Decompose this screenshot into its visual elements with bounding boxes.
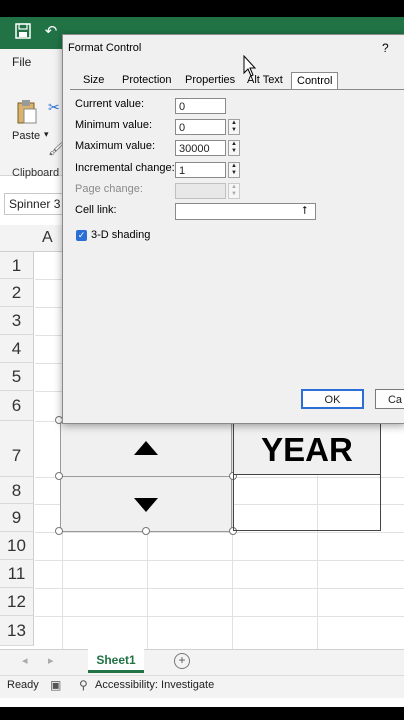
status-ready: Ready (7, 679, 39, 691)
collapse-dialog-icon[interactable]: ⭡ (302, 205, 307, 218)
spinner-down-button[interactable] (60, 476, 232, 532)
minimum-value-field[interactable]: 0 (175, 119, 226, 135)
macro-icon[interactable]: ▣ (50, 678, 61, 692)
row-header-1[interactable]: 1 (0, 252, 34, 279)
paste-label: Paste (12, 130, 41, 142)
incremental-change-label: Incremental change: (75, 162, 175, 174)
row-header-6[interactable]: 6 (0, 391, 34, 421)
save-icon[interactable] (14, 23, 32, 41)
shading-checkbox[interactable]: ✓ (76, 230, 87, 241)
minimum-value-label: Minimum value: (75, 119, 153, 131)
current-value-field[interactable]: 0 (175, 98, 226, 114)
add-sheet-icon[interactable]: + (174, 653, 190, 669)
row-header-2[interactable]: 2 (0, 279, 34, 307)
dialog-title: Format Control (68, 42, 142, 54)
maximum-value-field[interactable]: 30000 (175, 140, 226, 156)
excel-window: ↶ File ✂ 🖌 Paste ▾ Clipboard Spinner 3 A… (0, 17, 404, 707)
row-header-9[interactable]: 9 (0, 504, 34, 532)
row-header-8[interactable]: 8 (0, 477, 34, 504)
tab-file[interactable]: File (12, 55, 31, 69)
tab-protection[interactable]: Protection (122, 72, 172, 88)
maximum-value-label: Maximum value: (75, 140, 156, 152)
current-value-label: Current value: (75, 98, 145, 110)
cell-link-label: Cell link: (75, 204, 117, 216)
cut-icon[interactable]: ✂ (48, 99, 60, 116)
clipboard-group-label: Clipboard (12, 167, 60, 179)
resize-handle-bottom-left[interactable] (55, 527, 63, 535)
year-value-cell[interactable] (233, 475, 381, 531)
page-change-spinner: ▲ ▼ (228, 183, 240, 199)
scroll-right-icon[interactable]: ▸ (48, 654, 54, 667)
page-change-label: Page change: (75, 183, 143, 195)
row-header-13[interactable]: 13 (0, 616, 34, 646)
minimum-value-spinner[interactable]: ▲ ▼ (228, 119, 240, 135)
row-header-7[interactable]: 7 (0, 421, 34, 477)
paste-icon[interactable] (16, 99, 38, 125)
cell-link-field[interactable] (175, 203, 316, 220)
mouse-cursor-icon (243, 54, 257, 77)
incremental-change-spinner[interactable]: ▲ ▼ (228, 162, 240, 178)
row-header-3[interactable]: 3 (0, 307, 34, 335)
year-header-cell[interactable]: YEAR (233, 423, 381, 475)
tab-size[interactable]: Size (83, 72, 104, 88)
name-box[interactable]: Spinner 3 (4, 193, 68, 215)
resize-handle-left[interactable] (55, 472, 63, 480)
tab-properties[interactable]: Properties (185, 72, 235, 88)
resize-handle-bottom[interactable] (142, 527, 150, 535)
ok-button[interactable]: OK (301, 389, 364, 409)
help-button[interactable]: ? (382, 41, 389, 55)
undo-icon[interactable]: ↶ (42, 23, 60, 41)
maximum-value-spinner[interactable]: ▲ ▼ (228, 140, 240, 156)
row-header-5[interactable]: 5 (0, 363, 34, 391)
tab-control[interactable]: Control (291, 72, 339, 89)
shading-label: 3-D shading (91, 229, 151, 241)
page-change-field (175, 183, 226, 199)
sheet-tab-sheet1[interactable]: Sheet1 (88, 649, 144, 673)
scroll-left-icon[interactable]: ◂ (22, 654, 28, 667)
paste-dropdown-icon[interactable]: ▾ (44, 129, 49, 140)
row-header-11[interactable]: 11 (0, 560, 34, 588)
row-header-4[interactable]: 4 (0, 335, 34, 363)
row-header-10[interactable]: 10 (0, 532, 34, 560)
sheet-tab-bar (0, 649, 404, 676)
status-accessibility[interactable]: Accessibility: Investigate (95, 679, 214, 691)
column-header-a[interactable]: A (42, 229, 53, 247)
cancel-button[interactable]: Ca (375, 389, 404, 409)
incremental-change-field[interactable]: 1 (175, 162, 226, 178)
spinner-up-button[interactable] (60, 421, 232, 477)
accessibility-icon[interactable]: ⚲ (79, 678, 88, 692)
row-header-12[interactable]: 12 (0, 588, 34, 616)
